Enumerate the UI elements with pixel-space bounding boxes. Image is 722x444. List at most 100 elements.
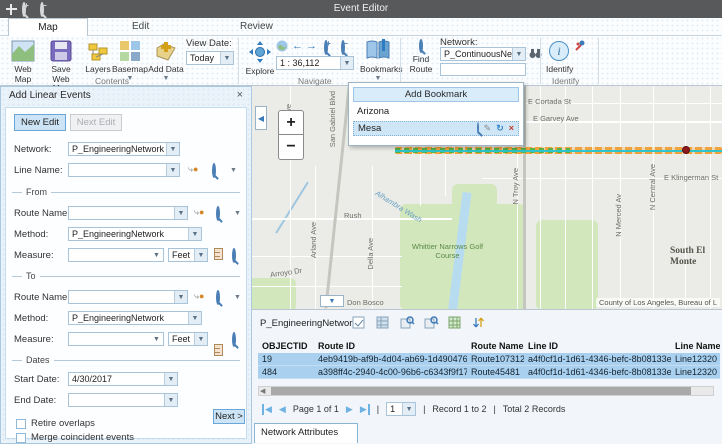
column-header[interactable]: Line Name — [671, 340, 720, 353]
to-units-combo[interactable]: Feet▼ — [168, 332, 208, 346]
combo-caret[interactable]: ▼ — [150, 333, 163, 345]
network-combo[interactable]: P_ContinuousNetwork▼ — [440, 47, 526, 61]
prev-page-icon[interactable]: ◀ — [279, 404, 286, 415]
sort-icon[interactable] — [472, 316, 485, 329]
combo-caret[interactable]: ▼ — [194, 333, 207, 345]
panel-network-combo[interactable]: P_EngineeringNetwork▼ — [68, 142, 180, 156]
combo-caret[interactable]: ▼ — [166, 143, 179, 155]
pan-icon[interactable] — [5, 3, 18, 16]
last-page-icon[interactable]: ▶ — [360, 404, 370, 415]
combo-caret[interactable]: ▼ — [150, 249, 163, 261]
to-route-zoom-icon[interactable] — [216, 292, 220, 303]
scrollbar-thumb[interactable] — [271, 387, 691, 395]
bookmarks-button[interactable]: Bookmarks ▼ — [360, 38, 396, 83]
network-attributes-tab[interactable]: Network Attributes × — [254, 423, 358, 443]
next-button[interactable]: Next > — [213, 409, 245, 424]
from-measure-zoom-icon[interactable] — [232, 250, 236, 261]
from-units-combo[interactable]: Feet▼ — [168, 248, 208, 262]
combo-caret[interactable]: ▼ — [164, 394, 177, 406]
view-date-caret[interactable]: ▼ — [220, 52, 233, 64]
find-route-button[interactable]: Find Route — [406, 42, 436, 74]
bookmark-item-mesa[interactable]: Mesa ✎ ↻ × — [353, 121, 519, 136]
explore-button[interactable]: Explore — [245, 40, 275, 77]
horizontal-scrollbar[interactable]: ◀ — [258, 386, 714, 396]
scale-caret[interactable]: ▼ — [340, 57, 353, 69]
panel-close-icon[interactable]: × — [237, 89, 243, 101]
table-row[interactable]: 484 a398ff4c-2940-4c00-96b6-c6343f9f1711… — [258, 366, 720, 379]
show-selected-icon[interactable] — [376, 316, 389, 329]
network-caret[interactable]: ▼ — [512, 48, 525, 60]
from-route-name-combo[interactable]: ▼ — [68, 206, 188, 220]
prev-extent-icon[interactable]: ← — [292, 40, 303, 52]
from-route-zoom-caret[interactable]: ▼ — [234, 210, 241, 217]
retire-overlaps-checkbox[interactable] — [16, 419, 26, 429]
to-method-combo[interactable]: P_EngineeringNetwork▼ — [68, 311, 202, 325]
to-route-zoom-caret[interactable]: ▼ — [234, 294, 241, 301]
combo-caret[interactable]: ▼ — [402, 403, 415, 415]
to-measure-input[interactable]: ▼ — [68, 332, 164, 346]
measure-ruler-icon[interactable] — [214, 248, 223, 260]
column-header[interactable]: Line ID — [524, 340, 671, 353]
combo-caret[interactable]: ▼ — [174, 291, 187, 303]
column-header[interactable]: Route ID — [314, 340, 467, 353]
map-zoom-in-button[interactable]: + — [278, 110, 304, 135]
bookmark-delete-icon[interactable]: × — [509, 124, 514, 133]
select-route-on-map-icon[interactable]: ⤷● — [194, 291, 204, 302]
add-bookmark-button[interactable]: Add Bookmark — [353, 87, 519, 102]
tab-review[interactable]: Review — [226, 18, 287, 36]
bookmark-edit-icon[interactable]: ✎ — [484, 124, 492, 133]
table-row[interactable]: 19 4eb9419b-af9b-4d04-ab69-1d490476802b … — [258, 353, 720, 366]
combo-caret[interactable]: ▼ — [188, 312, 201, 324]
layers-button[interactable]: Layers — [82, 42, 114, 75]
first-page-icon[interactable]: ◀ — [262, 404, 272, 415]
combo-caret[interactable]: ▼ — [164, 373, 177, 385]
route-search-input[interactable] — [440, 63, 526, 76]
map-zoom-out-icon[interactable]: − — [341, 42, 345, 53]
next-extent-icon[interactable]: → — [306, 40, 317, 52]
zoom-to-selection-icon[interactable] — [400, 316, 413, 329]
pan-to-selection-icon[interactable] — [424, 316, 437, 329]
to-route-name-combo[interactable]: ▼ — [68, 290, 188, 304]
identify-pin-icon[interactable] — [574, 40, 586, 55]
zoom-out-icon[interactable]: − — [40, 4, 53, 17]
collapse-table-button[interactable]: ▼ — [320, 295, 344, 307]
map-zoom-in-icon[interactable]: + — [324, 42, 328, 53]
from-measure-input[interactable]: ▼ — [68, 248, 164, 262]
combo-caret[interactable]: ▼ — [174, 207, 187, 219]
column-header[interactable]: Route Name — [467, 340, 524, 353]
start-date-combo[interactable]: 4/30/2017▼ — [68, 372, 178, 386]
from-route-zoom-icon[interactable] — [216, 208, 220, 219]
attribute-grid-icon[interactable] — [448, 316, 461, 329]
combo-caret[interactable]: ▼ — [166, 164, 179, 176]
map-zoom-out-button[interactable]: − — [278, 135, 304, 160]
combo-caret[interactable]: ▼ — [194, 249, 207, 261]
zoom-in-icon[interactable]: + — [22, 4, 35, 17]
globe-icon[interactable] — [276, 40, 288, 55]
collapse-panel-button[interactable]: ◀ — [255, 106, 267, 130]
select-records-icon[interactable] — [352, 316, 365, 329]
combo-caret[interactable]: ▼ — [188, 228, 201, 240]
page-select-combo[interactable]: 1▼ — [386, 402, 416, 416]
select-route-on-map-icon[interactable]: ⤷● — [194, 207, 204, 218]
line-name-combo[interactable]: ▼ — [68, 163, 180, 177]
next-edit-button[interactable]: Next Edit — [70, 114, 122, 131]
bookmark-zoom-icon[interactable] — [477, 124, 479, 133]
end-date-combo[interactable]: ▼ — [68, 393, 178, 407]
tab-edit[interactable]: Edit — [118, 18, 163, 36]
next-page-icon[interactable]: ▶ — [346, 404, 353, 415]
line-zoom-icon[interactable] — [212, 165, 216, 176]
web-map-button[interactable]: Web Map — [6, 40, 40, 84]
from-method-combo[interactable]: P_EngineeringNetwork▼ — [68, 227, 202, 241]
scale-combo[interactable]: 1 : 36,112▼ — [276, 56, 354, 70]
tab-map[interactable]: Map — [8, 18, 88, 36]
scroll-left-arrow[interactable]: ◀ — [260, 387, 265, 395]
measure-ruler-icon[interactable] — [214, 344, 223, 356]
new-edit-button[interactable]: New Edit — [14, 114, 66, 131]
select-line-on-map-icon[interactable]: ⤷● — [188, 164, 198, 175]
identify-button[interactable]: i Identify — [546, 40, 572, 75]
view-date-combo[interactable]: Today▼ — [186, 51, 234, 65]
line-zoom-caret[interactable]: ▼ — [230, 167, 237, 174]
column-header[interactable]: OBJECTID — [258, 340, 314, 353]
bookmark-item-arizona[interactable]: Arizona — [353, 104, 519, 119]
to-measure-zoom-icon[interactable] — [232, 334, 236, 345]
